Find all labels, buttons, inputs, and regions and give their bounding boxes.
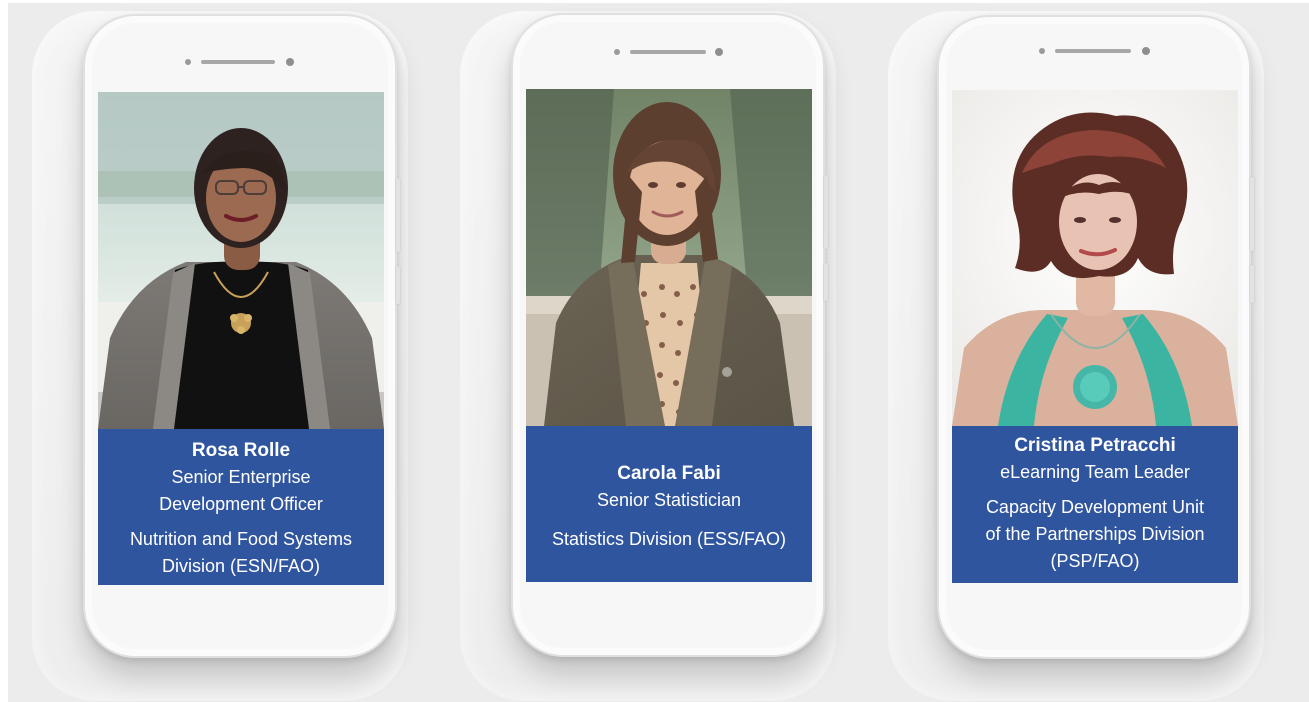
speaker-grille	[513, 46, 823, 58]
portrait-photo	[526, 89, 812, 426]
volume-button	[396, 178, 400, 252]
speaker-grille	[939, 45, 1249, 57]
job-title-line: Senior Enterprise	[171, 467, 311, 487]
speaker-grille	[85, 56, 395, 68]
portrait-rosa-rolle-image	[98, 92, 384, 429]
division-line: Statistics Division (ESS/FAO)	[551, 529, 787, 549]
profile-caption: Rosa Rolle Senior Enterprise Development…	[98, 429, 384, 585]
division-line: of the Partnerships Division	[985, 524, 1205, 544]
camera-dot-icon	[286, 58, 294, 66]
division-line: (PSP/FAO)	[1050, 551, 1140, 571]
profile-caption: Cristina Petracchi eLearning Team Leader…	[952, 426, 1238, 583]
power-button	[396, 266, 400, 304]
phone-mockup-cristina-petracchi: Cristina Petracchi eLearning Team Leader…	[937, 15, 1254, 659]
job-title-line: Development Officer	[159, 494, 323, 514]
phone-screen: Cristina Petracchi eLearning Team Leader…	[952, 90, 1238, 583]
division-line: Division (ESN/FAO)	[161, 556, 321, 576]
division-line: Nutrition and Food Systems	[129, 529, 353, 549]
speaker-slot-icon	[1055, 49, 1131, 53]
phone-mockup-carola-fabi: Carola Fabi Senior Statistician Statisti…	[511, 13, 828, 657]
power-button	[824, 263, 828, 301]
profile-name: Rosa Rolle	[191, 440, 291, 461]
volume-button	[824, 175, 828, 249]
volume-button	[1250, 177, 1254, 251]
phone-screen: Carola Fabi Senior Statistician Statisti…	[526, 89, 812, 582]
camera-dot-icon	[715, 48, 723, 56]
speaker-slot-icon	[201, 60, 275, 64]
profile-name: Cristina Petracchi	[1014, 435, 1176, 456]
job-title-line: Senior Statistician	[596, 490, 742, 510]
power-button	[1250, 265, 1254, 303]
portrait-cristina-petracchi-image	[952, 90, 1238, 426]
sensor-dot-icon	[1039, 48, 1045, 54]
job-title-line: eLearning Team Leader	[1000, 462, 1190, 482]
speaker-slot-icon	[630, 50, 706, 54]
slide-background: Rosa Rolle Senior Enterprise Development…	[8, 3, 1309, 702]
portrait-photo	[98, 92, 384, 429]
camera-dot-icon	[1142, 47, 1150, 55]
phone-screen: Rosa Rolle Senior Enterprise Development…	[98, 92, 384, 585]
division-line: Capacity Development Unit	[985, 497, 1205, 517]
profile-caption: Carola Fabi Senior Statistician Statisti…	[526, 426, 812, 582]
portrait-photo	[952, 90, 1238, 426]
sensor-dot-icon	[185, 59, 191, 65]
phone-mockup-rosa-rolle: Rosa Rolle Senior Enterprise Development…	[83, 14, 400, 658]
sensor-dot-icon	[614, 49, 620, 55]
profile-name: Carola Fabi	[617, 463, 721, 484]
portrait-carola-fabi-image	[526, 89, 812, 426]
